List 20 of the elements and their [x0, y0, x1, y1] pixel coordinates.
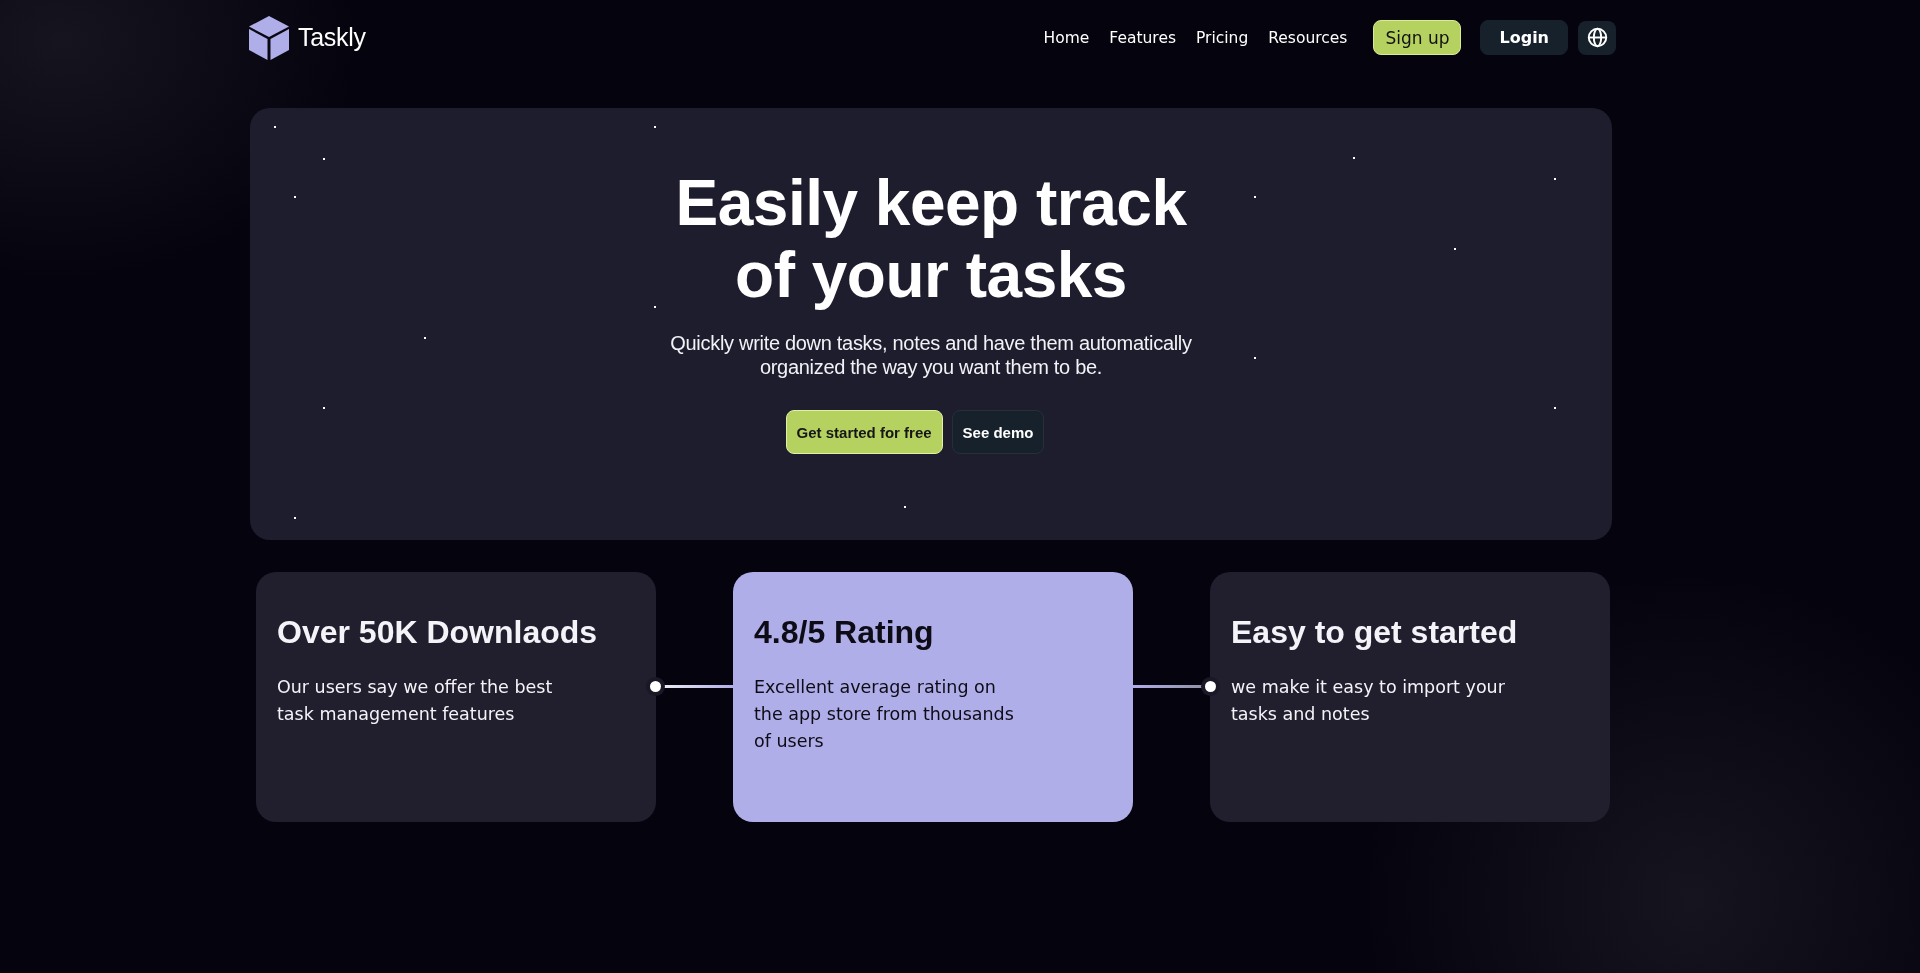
hero-title: Easily keep track of your tasks — [674, 167, 1188, 311]
login-button[interactable]: Login — [1480, 20, 1568, 55]
nav-link[interactable]: Home — [1043, 28, 1090, 47]
card-text: Excellent average rating on the app store from thousands of users — [754, 676, 1015, 753]
card-title: Easy to get started — [1231, 613, 1519, 652]
signup-button[interactable]: Sign up — [1373, 20, 1462, 55]
language-button[interactable] — [1578, 20, 1616, 55]
card-title: 4.8/5 Rating — [754, 613, 935, 652]
nav-link[interactable]: Resources — [1268, 28, 1348, 47]
hero-subtitle: Quickly write down tasks, notes and have them automatically organized the way you want them to be. — [669, 331, 1193, 379]
globe-icon — [1586, 27, 1608, 48]
brand-name: Taskly — [298, 23, 366, 52]
card-text: we make it easy to import your tasks and notes — [1231, 676, 1506, 726]
card-title: Over 50K Downlaods — [277, 613, 599, 652]
nav-link[interactable]: Features — [1109, 28, 1176, 47]
nav-link[interactable]: Pricing — [1196, 28, 1249, 47]
get-started-button[interactable]: Get started for free — [785, 410, 943, 454]
card-text: Our users say we offer the best task management features — [277, 676, 554, 726]
cube-logo-icon — [248, 14, 290, 61]
demo-button[interactable]: See demo — [951, 410, 1045, 454]
